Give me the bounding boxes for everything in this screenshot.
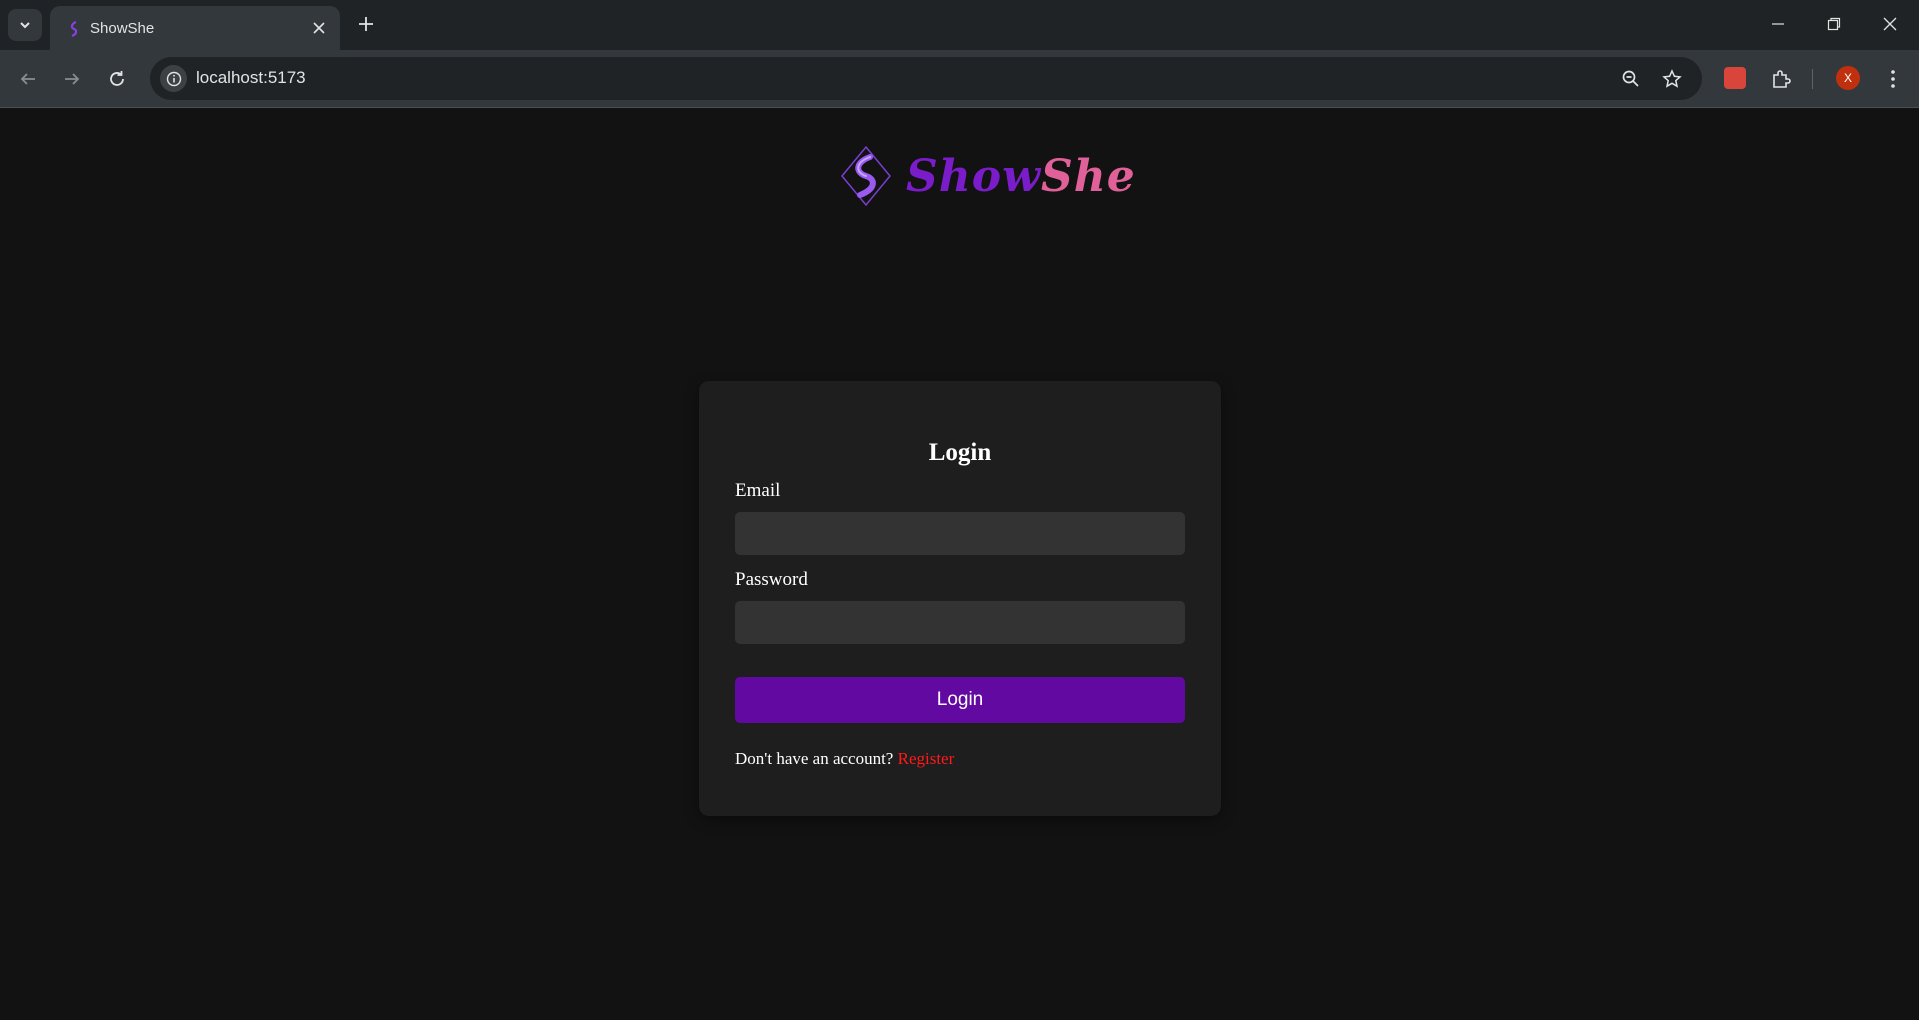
site-info-button[interactable]: [160, 65, 187, 92]
browser-toolbar: localhost:5173 X: [0, 50, 1919, 108]
tab-search-button[interactable]: [8, 9, 42, 41]
tab-close-button[interactable]: [310, 19, 328, 37]
logo-word-she: She: [1041, 150, 1136, 202]
email-label: Email: [735, 480, 781, 501]
bookmark-button[interactable]: [1660, 67, 1684, 91]
puzzle-icon: [1773, 70, 1791, 88]
window-close-button[interactable]: [1870, 10, 1910, 38]
logo-word-show: Show: [906, 150, 1041, 202]
close-icon: [313, 22, 325, 34]
password-input[interactable]: [735, 601, 1185, 644]
site-info-icon: [166, 71, 181, 86]
extensions-button[interactable]: [1768, 66, 1794, 92]
showshe-logo[interactable]: ShowShe: [840, 144, 1136, 208]
reload-icon: [110, 71, 124, 86]
restore-icon: [1827, 17, 1841, 31]
toolbar-divider: [1812, 69, 1813, 89]
window-close-icon: [1883, 17, 1897, 31]
forward-arrow-icon: [65, 73, 80, 85]
zoom-icon: [1622, 70, 1639, 87]
browser-menu-button[interactable]: [1880, 66, 1906, 92]
restore-button[interactable]: [1814, 10, 1854, 38]
tab-search-icon: [20, 22, 30, 29]
login-button[interactable]: Login: [735, 677, 1185, 723]
new-tab-button[interactable]: [354, 12, 378, 36]
profile-avatar[interactable]: X: [1836, 66, 1860, 90]
tab-title: ShowShe: [90, 20, 155, 37]
tab-bar: ShowShe: [0, 0, 1919, 50]
page-content: ShowShe Login Email Password Login Don't…: [0, 109, 1919, 1020]
showshe-favicon-icon: [70, 20, 78, 38]
more-vert-icon: [1891, 70, 1895, 88]
tab-active[interactable]: ShowShe: [50, 6, 340, 50]
login-card: Login Email Password Login Don't have an…: [699, 381, 1221, 816]
back-button[interactable]: [14, 65, 42, 93]
register-link[interactable]: Register: [898, 749, 955, 768]
email-input[interactable]: [735, 512, 1185, 555]
register-prompt-line: Don't have an account? Register: [735, 749, 954, 769]
url-text[interactable]: localhost:5173: [196, 68, 306, 88]
showshe-logo-icon: [841, 145, 891, 207]
logo-wordmark: ShowShe: [906, 151, 1136, 202]
back-arrow-icon: [20, 73, 35, 85]
minimize-button[interactable]: [1758, 10, 1798, 38]
plus-icon: [359, 17, 373, 31]
reload-button[interactable]: [103, 65, 131, 93]
forward-button[interactable]: [58, 65, 86, 93]
password-label: Password: [735, 569, 808, 590]
star-icon: [1662, 69, 1682, 88]
login-title: Login: [928, 439, 992, 466]
register-prompt: Don't have an account?: [735, 749, 894, 768]
zoom-button[interactable]: [1619, 67, 1643, 91]
address-bar[interactable]: localhost:5173: [150, 57, 1702, 100]
extension-icon[interactable]: [1724, 67, 1746, 89]
minimize-icon: [1772, 23, 1784, 25]
